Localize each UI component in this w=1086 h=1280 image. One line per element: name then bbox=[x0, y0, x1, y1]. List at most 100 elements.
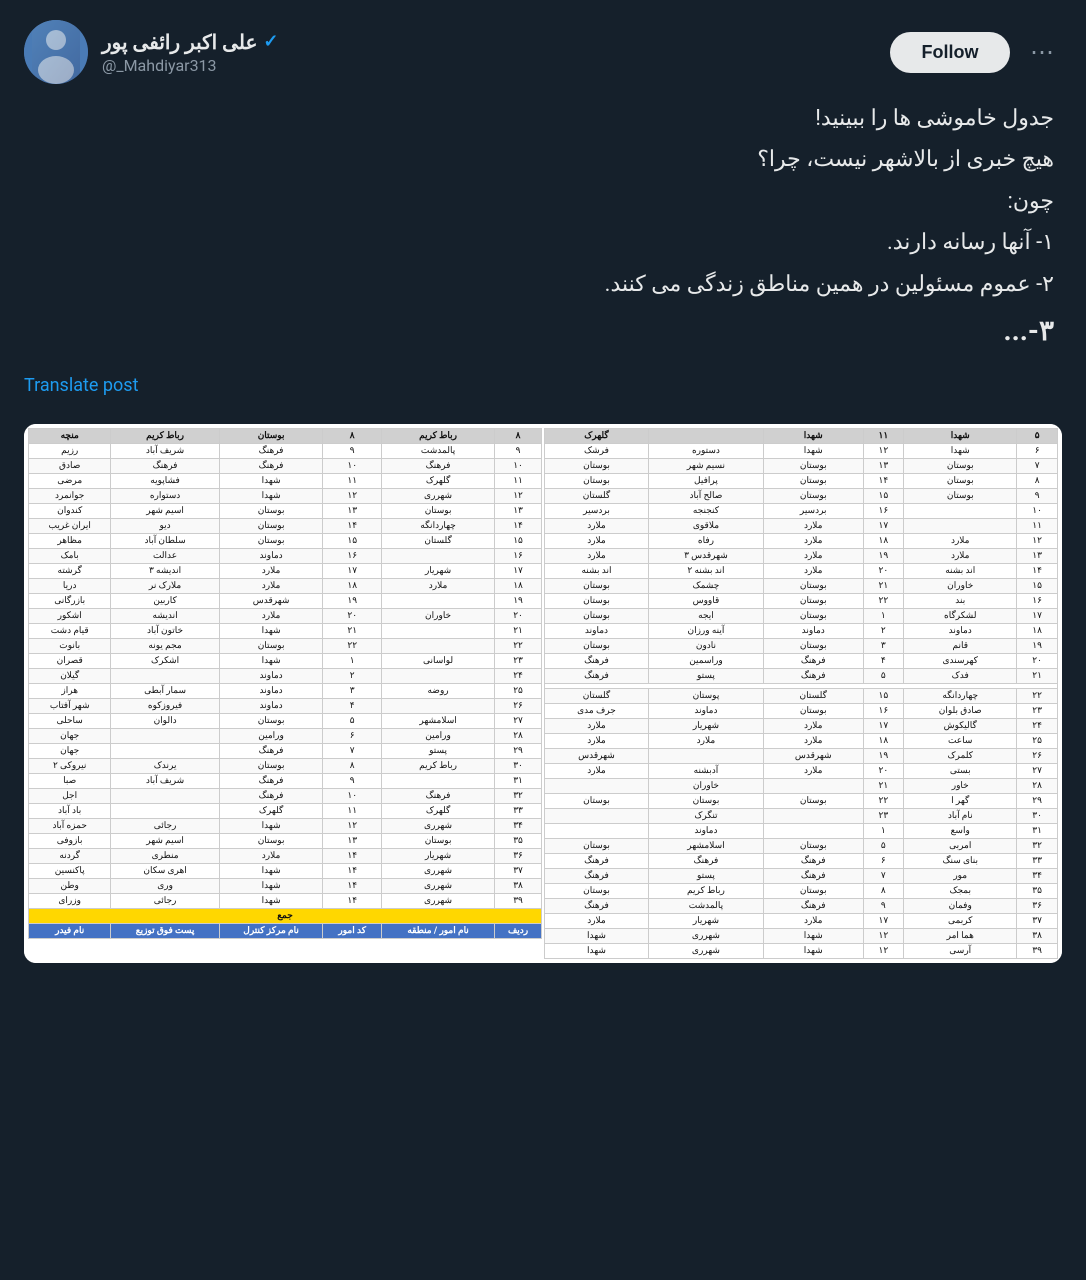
table-row: فرهنگوراسمینفرهنگ۴کهرسندی۲۰ bbox=[545, 653, 1058, 668]
col-header: ۸ bbox=[495, 428, 542, 443]
table-row: ملاردملاردملارد۱۸ساعت۲۵ bbox=[545, 733, 1058, 748]
tweet-line-4: ۱- آنها رسانه دارند. bbox=[24, 224, 1054, 261]
table-row: وزرایرجائیشهدا۱۴شهرری۳۹ bbox=[29, 893, 542, 908]
follow-button[interactable]: Follow bbox=[890, 32, 1010, 73]
tweet-line-6: ۳-... bbox=[24, 307, 1054, 355]
table-row: جوانمرددستوارهشهدا۱۲شهرری۱۲ bbox=[29, 488, 542, 503]
table-row: حمزه آبادرجائیشهدا۱۲شهرری۳۴ bbox=[29, 818, 542, 833]
tweet-line-3: چون: bbox=[24, 183, 1054, 220]
table-row: ملاردشهریارملارد۱۷کربمی۳۷ bbox=[545, 913, 1058, 928]
table-row: بوستانرباط کریمبوستان۸بمجک۳۵ bbox=[545, 883, 1058, 898]
table-row: نیروکی ۲یرندکبوستان۸رباط کریم۳۰ bbox=[29, 758, 542, 773]
table-row: بوستانپرافیلبوستان۱۴بوستان۸ bbox=[545, 473, 1058, 488]
table-row: ملاردشهرقدس ۳ملارد۱۹ملارد۱۳ bbox=[545, 548, 1058, 563]
username: @_Mahdiyar313 bbox=[102, 56, 279, 75]
table-row: صباشریف آبادفرهنگ۹۳۱ bbox=[29, 773, 542, 788]
table-row: تنگرک۲۳نام آباد۳۰ bbox=[545, 808, 1058, 823]
table-row: بازوفیاسیم شهربوستان۱۳بوستان۳۵ bbox=[29, 833, 542, 848]
table-row: بوستاننادونبوستان۳قانم۱۹ bbox=[545, 638, 1058, 653]
table-row: شهر آفتابفیروزکوهدماوند۴۲۶ bbox=[29, 698, 542, 713]
col-header: ۱۱ bbox=[863, 428, 904, 443]
verified-badge: ✓ bbox=[263, 31, 278, 52]
table-row: فرهنگفرهنگفرهنگ۶بنای سنگ۳۳ bbox=[545, 853, 1058, 868]
table-row: شهداشهرریشهدا۱۲آرسی۳۹ bbox=[545, 943, 1058, 958]
table-row: خاوران۲۱خاور۲۸ bbox=[545, 778, 1058, 793]
table-image: منچه رباط کریم بوستان ۸ رباط کریم ۸ رزیم… bbox=[24, 424, 1062, 963]
translate-link[interactable]: Translate post bbox=[24, 375, 138, 396]
table-row: قیام دشتخاتون آبادشهدا۲۱۲۱ bbox=[29, 623, 542, 638]
col-header: بوستان bbox=[219, 428, 323, 443]
left-data-table: منچه رباط کریم بوستان ۸ رباط کریم ۸ رزیم… bbox=[28, 428, 542, 939]
table-row: بوستاناسلامشهربوستان۵امربی۳۲ bbox=[545, 838, 1058, 853]
tweet-body: جدول خاموشی ها را ببینید! هیچ خبری از با… bbox=[24, 100, 1062, 355]
user-text-block: ✓ علی اکبر رائفی پور @_Mahdiyar313 bbox=[102, 30, 279, 75]
table-row: فرشکدستورهشهدا۱۲شهدا۶ bbox=[545, 443, 1058, 458]
table-row: مظاهرسلطان آبادبوستان۱۵گلستان۱۵ bbox=[29, 533, 542, 548]
table-row: فرهنگپالمدشتفرهنگ۹وفمان۳۶ bbox=[545, 898, 1058, 913]
tables-wrapper: منچه رباط کریم بوستان ۸ رباط کریم ۸ رزیم… bbox=[24, 424, 1062, 963]
right-table: گلهرک شهدا ۱۱ شهدا ۵ فرشکدستورهشهدا۱۲شهد… bbox=[544, 428, 1058, 959]
table-column-headers: نام فیدر پست فوق توزیع نام مرکز کنترل کد… bbox=[29, 923, 542, 938]
more-options-icon[interactable]: ⋯ bbox=[1022, 34, 1062, 70]
col-header: منچه bbox=[29, 428, 111, 443]
table-row: ملاردرفاهملارد۱۸ملارد۱۲ bbox=[545, 533, 1058, 548]
tweet-container: ✓ علی اکبر رائفی پور @_Mahdiyar313 Follo… bbox=[0, 0, 1086, 983]
table-row: بازرگانیکاربینشهرقدس۱۹۱۹ bbox=[29, 593, 542, 608]
table-row: جهانورامین۶ورامین۲۸ bbox=[29, 728, 542, 743]
sum-label: جمع bbox=[29, 908, 542, 923]
table-row: ساحلیدالوانبوستان۵اسلامشهر۲۷ bbox=[29, 713, 542, 728]
table-row: بوستاننسیم شهربوستان۱۳بوستان۷ bbox=[545, 458, 1058, 473]
col-header: شهدا bbox=[763, 428, 863, 443]
name-text: علی اکبر رائفی پور bbox=[102, 30, 257, 54]
table-row: کندواناسیم شهربوستان۱۳بوستان۱۳ bbox=[29, 503, 542, 518]
table-row: فرهنگپستوفرهنگ۵فدک۲۱ bbox=[545, 668, 1058, 683]
table-row: دماوند۱واسع۳۱ bbox=[545, 823, 1058, 838]
table-row: گردنهمنطریملارد۱۴شهریار۳۶ bbox=[29, 848, 542, 863]
table-row: بانوتمجم یونهبوستان۲۲۲۲ bbox=[29, 638, 542, 653]
table-row: مرضیفشاپویهشهدا۱۱گلهرک۱۱ bbox=[29, 473, 542, 488]
table-row: هرازسمار آبطیدماوند۳روضه۲۵ bbox=[29, 683, 542, 698]
table-row: رزیمشریف آبادفرهنگ۹پالمدشت۹ bbox=[29, 443, 542, 458]
table-row: بوستانچشمکبوستان۲۱خاوران۱۵ bbox=[545, 578, 1058, 593]
table-row: پاکنسیناهری سکانشهدا۱۴شهرری۳۷ bbox=[29, 863, 542, 878]
table-row: دریاملارک نرملارد۱۸ملارد۱۸ bbox=[29, 578, 542, 593]
table-row: بردسیرکنجنجهبردسیر۱۶۱۰ bbox=[545, 503, 1058, 518]
table-row: گلستانپوستانگلستان۱۵چهاردانگه۲۲ bbox=[545, 688, 1058, 703]
table-row: گرشتهاندیشه ۳ملارد۱۷شهریار۱۷ bbox=[29, 563, 542, 578]
tweet-header: ✓ علی اکبر رائفی پور @_Mahdiyar313 Follo… bbox=[24, 20, 1062, 84]
table-row: جهانفرهنگ۷پستو۲۹ bbox=[29, 743, 542, 758]
col-header: ۵ bbox=[1017, 428, 1058, 443]
table-row: فرهنگپستوفرهنگ۷مور۳۴ bbox=[545, 868, 1058, 883]
display-name: ✓ علی اکبر رائفی پور bbox=[102, 30, 279, 54]
header-actions: Follow ⋯ bbox=[890, 32, 1062, 73]
col-header: گلهرک bbox=[545, 428, 649, 443]
table-row: صادقفرهنگفرهنگ۱۰فرهنگ۱۰ bbox=[29, 458, 542, 473]
table-row: ملاردآدبشنهملارد۲۰بستی۲۷ bbox=[545, 763, 1058, 778]
table-row: وطنوریشهدا۱۴شهرری۳۸ bbox=[29, 878, 542, 893]
table-row: قصراناشکرکشهدا۱لواسانی۲۳ bbox=[29, 653, 542, 668]
table-row: جرف مدیدماوندبوستان۱۶صادق بلوان۲۳ bbox=[545, 703, 1058, 718]
avatar[interactable] bbox=[24, 20, 88, 84]
col-header: رباط کریم bbox=[111, 428, 219, 443]
user-info: ✓ علی اکبر رائفی پور @_Mahdiyar313 bbox=[24, 20, 279, 84]
table-row: شهرقدسشهرقدس۱۹کلمرک۲۶ bbox=[545, 748, 1058, 763]
tweet-line-5: ۲- عموم مسئولین در همین مناطق زندگی می ک… bbox=[24, 266, 1054, 303]
col-header: ۸ bbox=[323, 428, 382, 443]
table-row: ملاردملاقویملارد۱۷۱۱ bbox=[545, 518, 1058, 533]
table-row: گیلاندماوند۲۲۴ bbox=[29, 668, 542, 683]
table-row: ایران غریبدیوبوستان۱۴چهاردانگه۱۴ bbox=[29, 518, 542, 533]
col-header bbox=[648, 428, 763, 443]
col-header: شهدا bbox=[904, 428, 1017, 443]
tweet-line-2: هیچ خبری از بالاشهر نیست، چرا؟ bbox=[24, 141, 1054, 178]
table-row-sum: جمع bbox=[29, 908, 542, 923]
table-row: گلستانصالح آبادبوستان۱۵بوستان۹ bbox=[545, 488, 1058, 503]
left-table: منچه رباط کریم بوستان ۸ رباط کریم ۸ رزیم… bbox=[28, 428, 542, 959]
tweet-line-1: جدول خاموشی ها را ببینید! bbox=[24, 100, 1054, 137]
table-row: بامکعدالتدماوند۱۶۱۶ bbox=[29, 548, 542, 563]
table-row: شهداشهرریشهدا۱۲هما امر۳۸ bbox=[545, 928, 1058, 943]
table-row: بوستانایجهبوستان۱لشکرگاه۱۷ bbox=[545, 608, 1058, 623]
table-row: اشکوراندیشهملارد۲۰خاوران۲۰ bbox=[29, 608, 542, 623]
table-row: اند بشنهاند بشنه ۲ملارد۲۰اند بشنه۱۴ bbox=[545, 563, 1058, 578]
table-row: ملاردشهریارملارد۱۷گالیکوش۲۴ bbox=[545, 718, 1058, 733]
table-row: اجلفرهنگ۱۰فرهنگ۳۲ bbox=[29, 788, 542, 803]
